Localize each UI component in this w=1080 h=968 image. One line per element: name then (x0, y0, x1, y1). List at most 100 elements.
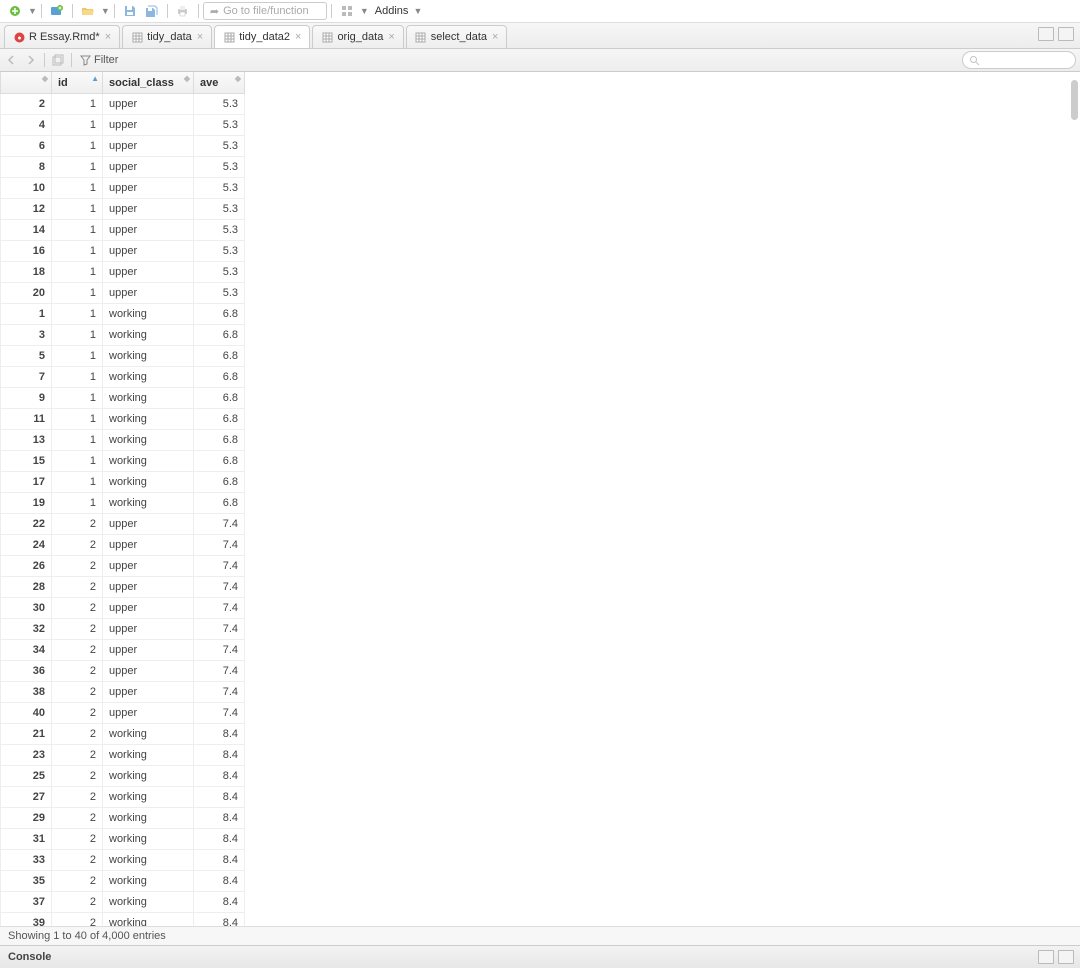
table-row[interactable]: 201upper5.3 (1, 283, 245, 304)
table-row[interactable]: 61upper5.3 (1, 136, 245, 157)
table-row[interactable]: 41upper5.3 (1, 115, 245, 136)
new-file-button[interactable] (5, 2, 25, 20)
minimize-console-button[interactable] (1038, 950, 1054, 964)
id-cell: 2 (52, 892, 103, 913)
open-file-button[interactable] (78, 2, 98, 20)
nav-back-button[interactable] (4, 52, 22, 68)
rownum-cell: 34 (1, 640, 52, 661)
social-class-cell: upper (103, 661, 194, 682)
tab-orig-data[interactable]: orig_data× (312, 25, 403, 48)
ave-cell: 7.4 (194, 703, 245, 724)
id-cell: 1 (52, 493, 103, 514)
chevron-down-icon[interactable]: ▼ (101, 6, 110, 16)
close-tab-button[interactable]: × (105, 31, 111, 43)
table-row[interactable]: 141upper5.3 (1, 220, 245, 241)
tab-tidy-data[interactable]: tidy_data× (122, 25, 212, 48)
ave-cell: 5.3 (194, 283, 245, 304)
scrollbar-thumb[interactable] (1071, 80, 1078, 120)
table-row[interactable]: 81upper5.3 (1, 157, 245, 178)
close-tab-button[interactable]: × (388, 31, 394, 43)
id-header[interactable]: id▲ (52, 72, 103, 94)
table-row[interactable]: 372working8.4 (1, 892, 245, 913)
console-pane-header[interactable]: Console (0, 945, 1080, 968)
ave-cell: 8.4 (194, 913, 245, 927)
rownum-cell: 32 (1, 619, 52, 640)
table-row[interactable]: 392working8.4 (1, 913, 245, 927)
ave-header[interactable]: ave◆ (194, 72, 245, 94)
table-row[interactable]: 312working8.4 (1, 829, 245, 850)
rownum-cell: 38 (1, 682, 52, 703)
table-row[interactable]: 252working8.4 (1, 766, 245, 787)
table-row[interactable]: 242upper7.4 (1, 535, 245, 556)
table-row[interactable]: 131working6.8 (1, 430, 245, 451)
table-row[interactable]: 342upper7.4 (1, 640, 245, 661)
table-row[interactable]: 322upper7.4 (1, 619, 245, 640)
table-row[interactable]: 302upper7.4 (1, 598, 245, 619)
table-row[interactable]: 272working8.4 (1, 787, 245, 808)
table-row[interactable]: 151working6.8 (1, 451, 245, 472)
table-row[interactable]: 21upper5.3 (1, 94, 245, 115)
table-row[interactable]: 402upper7.4 (1, 703, 245, 724)
print-button[interactable] (173, 2, 193, 20)
goto-file-function-input[interactable]: ➦ Go to file/function (203, 2, 327, 20)
table-row[interactable]: 362upper7.4 (1, 661, 245, 682)
close-tab-button[interactable]: × (492, 31, 498, 43)
table-row[interactable]: 101upper5.3 (1, 178, 245, 199)
new-project-button[interactable] (47, 2, 67, 20)
nav-forward-button[interactable] (22, 52, 40, 68)
table-row[interactable]: 332working8.4 (1, 850, 245, 871)
table-row[interactable]: 262upper7.4 (1, 556, 245, 577)
table-row[interactable]: 171working6.8 (1, 472, 245, 493)
id-cell: 2 (52, 682, 103, 703)
addins-menu[interactable]: Addins ▼ (369, 5, 429, 17)
ave-cell: 6.8 (194, 430, 245, 451)
rownum-header[interactable]: ◆ (1, 72, 52, 94)
popout-button[interactable] (49, 52, 67, 68)
social-class-header[interactable]: social_class◆ (103, 72, 194, 94)
table-row[interactable]: 71working6.8 (1, 367, 245, 388)
close-tab-button[interactable]: × (295, 31, 301, 43)
save-button[interactable] (120, 2, 140, 20)
table-row[interactable]: 31working6.8 (1, 325, 245, 346)
chevron-down-icon[interactable]: ▼ (360, 6, 369, 16)
table-row[interactable]: 11working6.8 (1, 304, 245, 325)
status-text: Showing 1 to 40 of 4,000 entries (8, 930, 166, 942)
table-icon (415, 31, 427, 43)
table-row[interactable]: 212working8.4 (1, 724, 245, 745)
filter-button[interactable]: Filter (76, 54, 122, 66)
id-cell: 2 (52, 766, 103, 787)
save-all-button[interactable] (142, 2, 162, 20)
grid-view-button[interactable] (337, 2, 357, 20)
social-class-cell: upper (103, 283, 194, 304)
close-tab-button[interactable]: × (197, 31, 203, 43)
id-cell: 2 (52, 745, 103, 766)
maximize-console-button[interactable] (1058, 950, 1074, 964)
table-row[interactable]: 232working8.4 (1, 745, 245, 766)
table-row[interactable]: 191working6.8 (1, 493, 245, 514)
table-row[interactable]: 121upper5.3 (1, 199, 245, 220)
id-cell: 2 (52, 619, 103, 640)
table-row[interactable]: 282upper7.4 (1, 577, 245, 598)
rownum-cell: 17 (1, 472, 52, 493)
table-row[interactable]: 181upper5.3 (1, 262, 245, 283)
table-row[interactable]: 292working8.4 (1, 808, 245, 829)
minimize-pane-button[interactable] (1038, 27, 1054, 41)
table-row[interactable]: 111working6.8 (1, 409, 245, 430)
social-class-cell: working (103, 892, 194, 913)
tab-tidy-data2[interactable]: tidy_data2× (214, 25, 310, 48)
table-row[interactable]: 222upper7.4 (1, 514, 245, 535)
tab-select-data[interactable]: select_data× (406, 25, 508, 48)
rownum-cell: 35 (1, 871, 52, 892)
table-row[interactable]: 91working6.8 (1, 388, 245, 409)
table-row[interactable]: 161upper5.3 (1, 241, 245, 262)
tab-r-essay-rmd-[interactable]: ●R Essay.Rmd*× (4, 25, 120, 48)
table-row[interactable]: 382upper7.4 (1, 682, 245, 703)
table-row[interactable]: 51working6.8 (1, 346, 245, 367)
data-viewer[interactable]: ◆ id▲ social_class◆ ave◆ 21upper5.341upp… (0, 72, 1080, 926)
chevron-down-icon[interactable]: ▼ (28, 6, 37, 16)
id-cell: 2 (52, 514, 103, 535)
id-cell: 1 (52, 136, 103, 157)
maximize-pane-button[interactable] (1058, 27, 1074, 41)
search-input[interactable] (962, 51, 1076, 69)
table-row[interactable]: 352working8.4 (1, 871, 245, 892)
